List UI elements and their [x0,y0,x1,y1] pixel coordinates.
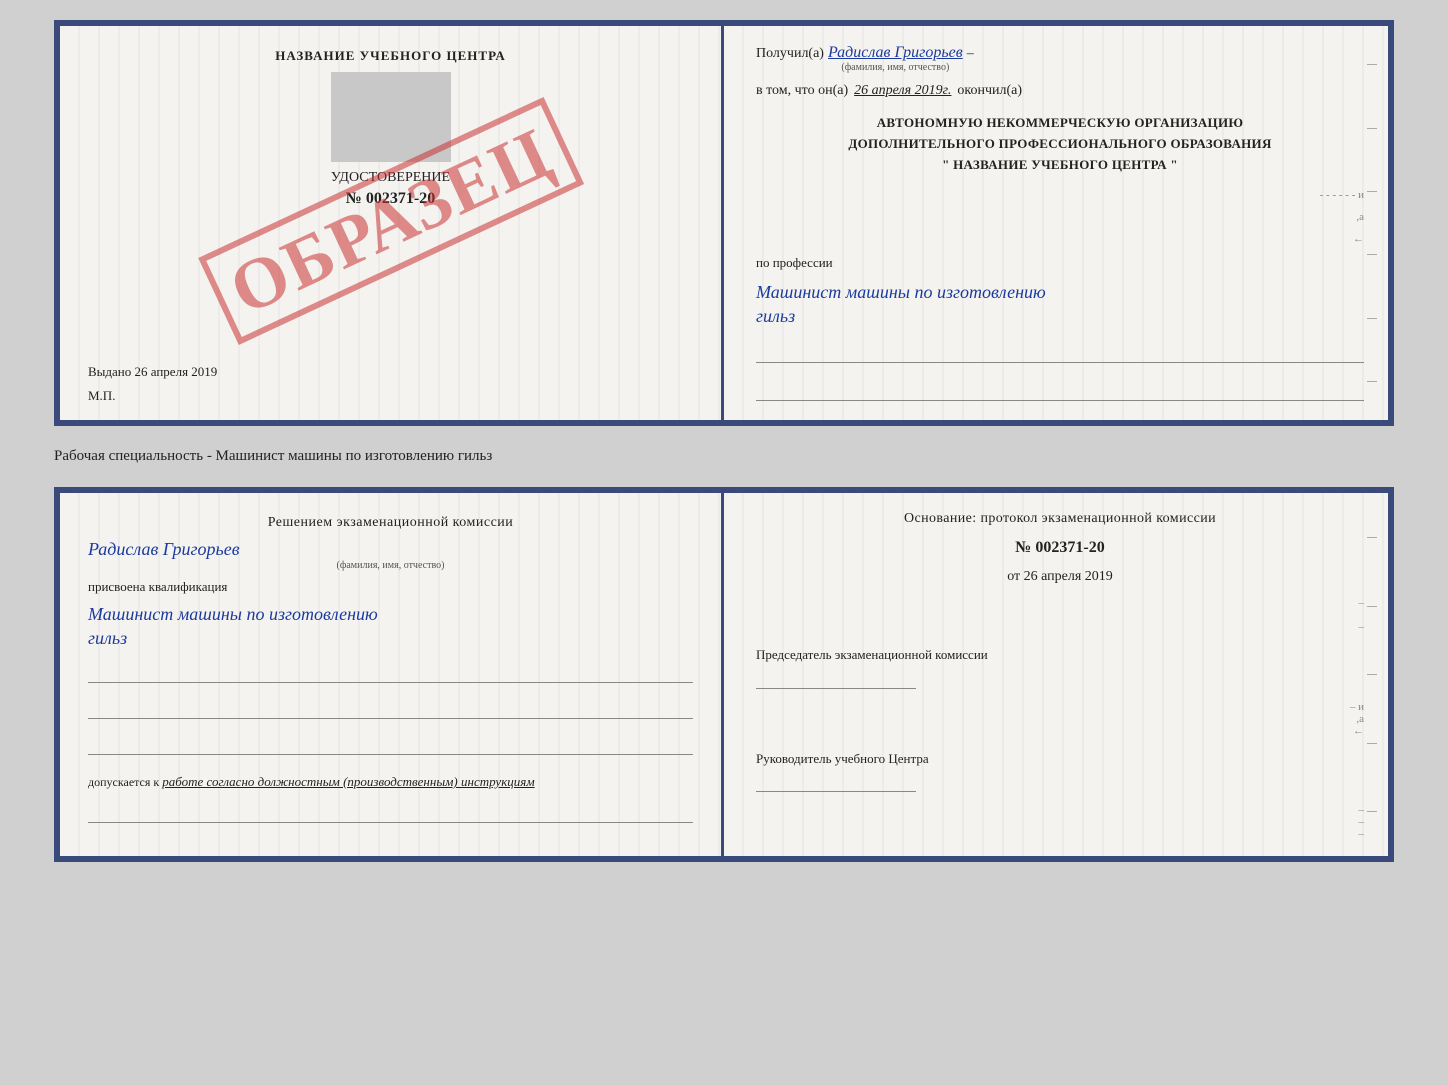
bottom-doc-left: Решением экзаменационной комиссии Радисл… [60,493,724,856]
mp-line: М.П. [88,388,693,404]
a-mark: ,а [756,211,1364,223]
v-mark [1367,381,1377,382]
date-suffix: окончил(а) [957,83,1022,99]
qual-underline-2 [88,697,693,719]
profession-line1: Машинист машины по изготовлению [756,282,1046,302]
org-line1: АВТОНОМНУЮ НЕКОММЕРЧЕСКУЮ ОРГАНИЗАЦИЮ [756,113,1364,134]
v-mark-b5 [1367,811,1377,812]
protocol-date: от 26 апреля 2019 [756,569,1364,585]
cert-number: № 002371-20 [88,190,693,208]
v-mark [1367,64,1377,65]
допуск-underline [88,801,693,823]
qual-underline-3 [88,733,693,755]
underline-1 [756,341,1364,363]
bottom-document: Решением экзаменационной комиссии Радисл… [54,487,1394,862]
person-name: Радислав Григорьев [88,539,693,560]
arrow-mark: ← [756,233,1364,245]
vertical-marks-right [1362,26,1382,420]
photo-placeholder [331,72,451,162]
received-line: Получил(а) Радислав Григорьев (фамилия, … [756,44,1364,73]
profession-value: Машинист машины по изготовлению гильз [756,281,1364,328]
qual-underline-1 [88,661,693,683]
right-marks-bottom [1362,493,1382,856]
v-mark [1367,191,1377,192]
chairman-block: Председатель экзаменационной комиссии [756,645,1364,689]
top-doc-left: НАЗВАНИЕ УЧЕБНОГО ЦЕНТРА УДОСТОВЕРЕНИЕ №… [60,26,724,420]
person-sublabel: (фамилия, имя, отчество) [88,560,693,571]
date-prefix: в том, что он(а) [756,83,848,99]
допускается-block: допускается к работе согласно должностны… [88,774,693,790]
protocol-date-prefix: от [1007,569,1020,584]
top-doc-right: Получил(а) Радислав Григорьев (фамилия, … [724,26,1388,420]
dots-line: - - - - - - и [756,189,1364,201]
top-document: НАЗВАНИЕ УЧЕБНОГО ЦЕНТРА УДОСТОВЕРЕНИЕ №… [54,20,1394,426]
qualification-line1: Машинист машины по изготовлению [88,604,378,624]
dash-1: – [967,46,974,62]
v-mark [1367,128,1377,129]
director-block: Руководитель учебного Центра [756,749,1364,793]
basis-title: Основание: протокол экзаменационной коми… [756,511,1364,527]
cert-title: УДОСТОВЕРЕНИЕ [88,170,693,186]
org-line3: " НАЗВАНИЕ УЧЕБНОГО ЦЕНТРА " [756,155,1364,176]
допускается-prefix: допускается к [88,775,159,789]
issued-label: Выдано [88,364,131,379]
director-label: Руководитель учебного Центра [756,751,929,766]
v-mark-b4 [1367,743,1377,744]
received-name: Радислав Григорьев [828,44,963,61]
received-sublabel: (фамилия, имя, отчество) [828,62,963,73]
v-mark [1367,318,1377,319]
center-title-top: НАЗВАНИЕ УЧЕБНОГО ЦЕНТРА [88,48,693,64]
v-mark-b1 [1367,537,1377,538]
profession-label: по профессии [756,255,1364,271]
issued-date: 26 апреля 2019 [135,364,218,379]
допускается-value: работе согласно должностным (производств… [162,774,534,789]
v-mark [1367,254,1377,255]
chairman-signature-line [756,671,916,689]
director-signature-line [756,774,916,792]
v-mark-b2 [1367,606,1377,607]
qualification-label: присвоена квалификация [88,579,693,595]
received-label: Получил(а) [756,46,824,62]
chairman-label: Председатель экзаменационной комиссии [756,647,988,662]
right-dash-2: – [756,621,1364,633]
org-line2: ДОПОЛНИТЕЛЬНОГО ПРОФЕССИОНАЛЬНОГО ОБРАЗО… [756,134,1364,155]
qualification-line2: гильз [88,628,127,648]
protocol-number: № 002371-20 [756,539,1364,557]
qualification-value: Машинист машины по изготовлению гильз [88,603,693,650]
person-block: Радислав Григорьев (фамилия, имя, отчест… [88,539,693,571]
date-line: в том, что он(а) 26 апреля 2019г. окончи… [756,83,1364,99]
bottom-dashes: – – – [756,804,1364,840]
profession-line2: гильз [756,306,795,326]
underline-2 [756,379,1364,401]
decision-title: Решением экзаменационной комиссии [88,515,693,531]
date-value: 26 апреля 2019г. [854,83,951,99]
org-block: АВТОНОМНУЮ НЕКОММЕРЧЕСКУЮ ОРГАНИЗАЦИЮ ДО… [756,113,1364,175]
right-dash-1: – [756,597,1364,609]
issued-line: Выдано 26 апреля 2019 [88,364,693,380]
v-mark-b3 [1367,674,1377,675]
specialty-label: Рабочая специальность - Машинист машины … [54,444,1394,469]
protocol-date-value: 26 апреля 2019 [1024,569,1113,584]
bottom-doc-right: Основание: протокол экзаменационной коми… [724,493,1388,856]
